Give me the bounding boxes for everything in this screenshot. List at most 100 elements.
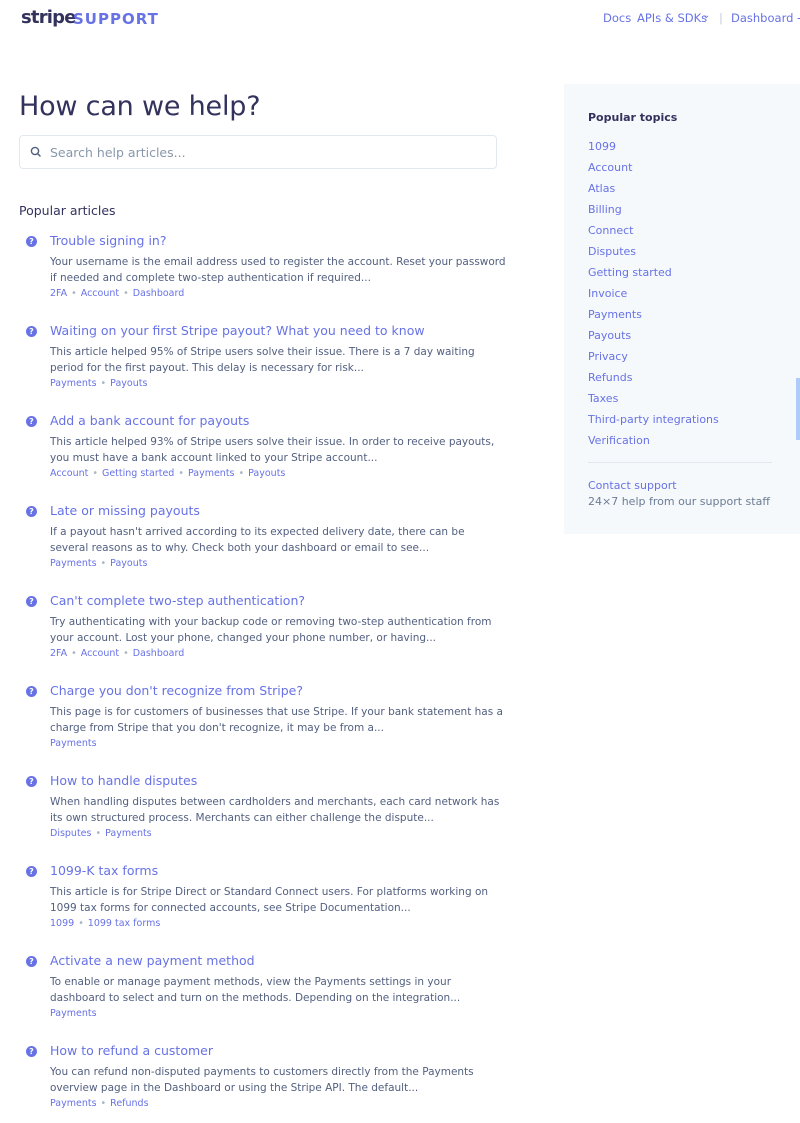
popular-topics-heading: Popular topics (588, 111, 678, 124)
article-description: This article helped 93% of Stripe users … (50, 436, 495, 464)
article-item[interactable]: ? How to refund a customer You can refund … (26, 1043, 506, 1123)
article-item[interactable]: ? Can't complete two-step authentication?… (26, 593, 506, 673)
topic-link[interactable]: Payments (588, 308, 642, 321)
stripe-logo[interactable]: stripe (21, 7, 76, 28)
sidebar-divider (588, 462, 772, 463)
article-tag-link[interactable]: Payouts (110, 558, 147, 569)
topic-link[interactable]: Invoice (588, 287, 627, 300)
article-title-link[interactable]: Can't complete two-step authentication? (50, 593, 305, 608)
topic-link[interactable]: Connect (588, 224, 633, 237)
topic-link[interactable]: Billing (588, 203, 622, 216)
article-tag-link[interactable]: Payments (188, 468, 235, 479)
chevron-down-icon[interactable]: ⌄ (702, 10, 710, 21)
article-tag-link[interactable]: Getting started (102, 468, 174, 479)
article-title-link[interactable]: 1099-K tax forms (50, 863, 158, 878)
topic-link[interactable]: Third-party integrations (588, 413, 719, 426)
article-tag-link[interactable]: 2FA (50, 648, 67, 659)
tag-separator: • (100, 378, 107, 389)
scrollbar-thumb[interactable] (796, 378, 800, 440)
article-description: This article helped 95% of Stripe users … (50, 346, 475, 374)
tag-separator: • (123, 288, 129, 299)
article-tag-link[interactable]: Payments (50, 558, 97, 569)
nav-dashboard-link[interactable]: Dashboard → (731, 11, 800, 25)
article-tag-link[interactable]: 1099 (50, 918, 74, 929)
article-title-link[interactable]: Activate a new payment method (50, 953, 255, 968)
article-tag-link[interactable]: Payments (50, 378, 97, 389)
article-item[interactable]: ? 1099-K tax forms This article is for Str… (26, 863, 506, 943)
article-tags: Payments (50, 738, 97, 749)
article-title-link[interactable]: How to refund a customer (50, 1043, 213, 1058)
article-tags: Account • Getting started • Payments • Payouts (50, 468, 285, 479)
topic-link[interactable]: Account (588, 161, 632, 174)
nav-docs-link[interactable]: Docs (603, 11, 631, 25)
article-item[interactable]: ? Waiting on your first Stripe payout? Wh… (26, 323, 506, 403)
article-tag-link[interactable]: 1099 tax forms (88, 918, 160, 929)
topic-link[interactable]: Disputes (588, 245, 636, 258)
topic-link[interactable]: Getting started (588, 266, 672, 279)
question-circle-icon: ? (26, 956, 37, 967)
article-title-link[interactable]: Charge you don't recognize from Stripe? (50, 683, 303, 698)
topic-link[interactable]: Verification (588, 434, 650, 447)
tag-separator: • (78, 918, 84, 929)
topic-link[interactable]: Payouts (588, 329, 631, 342)
question-circle-icon: ? (26, 326, 37, 337)
article-tag-link[interactable]: Payments (50, 1008, 97, 1019)
search-input[interactable] (50, 142, 480, 162)
nav-apis-link[interactable]: APIs & SDKs (637, 11, 707, 25)
tag-separator: • (95, 828, 102, 839)
contact-support-subtext: 24×7 help from our support staff (588, 495, 770, 508)
article-tag-link[interactable]: Dashboard (133, 288, 185, 299)
article-item[interactable]: ? Late or missing payouts If a payout hasn… (26, 503, 506, 583)
article-tag-link[interactable]: Account (81, 648, 119, 659)
topic-link[interactable]: Atlas (588, 182, 615, 195)
search-box[interactable] (19, 135, 497, 169)
search-icon (30, 146, 41, 157)
article-item[interactable]: ? Charge you don't recognize from Stripe?… (26, 683, 506, 763)
question-circle-icon: ? (26, 776, 37, 787)
article-item[interactable]: ? Activate a new payment method To enable … (26, 953, 506, 1033)
article-tag-link[interactable]: Payments (105, 828, 152, 839)
tag-separator: • (71, 648, 77, 659)
article-title-link[interactable]: Waiting on your first Stripe payout? Wha… (50, 323, 425, 338)
article-tag-link[interactable]: Account (50, 468, 88, 479)
article-title-link[interactable]: Trouble signing in? (50, 233, 166, 248)
article-title-link[interactable]: Add a bank account for payouts (50, 413, 249, 428)
question-circle-icon: ? (26, 596, 37, 607)
article-description: If a payout hasn't arrived according to … (50, 526, 465, 554)
support-label[interactable]: SUPPORT (73, 10, 159, 28)
article-item[interactable]: ? How to handle disputes When handling dis… (26, 773, 506, 853)
article-tag-link[interactable]: Payments (50, 1098, 97, 1109)
article-tag-link[interactable]: Dashboard (133, 648, 185, 659)
article-item[interactable]: ? Add a bank account for payouts This arti… (26, 413, 506, 493)
nav-separator: | (719, 11, 723, 25)
article-tags: 1099 • 1099 tax forms (50, 918, 160, 929)
tag-separator: • (92, 468, 98, 479)
article-description: You can refund non-disputed payments to … (50, 1066, 474, 1094)
article-title-link[interactable]: How to handle disputes (50, 773, 197, 788)
topic-link[interactable]: Taxes (588, 392, 618, 405)
article-tags: Payments • Refunds (50, 1098, 149, 1109)
topic-link[interactable]: Privacy (588, 350, 628, 363)
article-description: Try authenticating with your backup code… (50, 616, 492, 644)
article-item[interactable]: ? Trouble signing in? Your username is the… (26, 233, 506, 313)
article-title-link[interactable]: Late or missing payouts (50, 503, 200, 518)
topic-link[interactable]: Refunds (588, 371, 632, 384)
tag-separator: • (178, 468, 184, 479)
question-circle-icon: ? (26, 866, 37, 877)
contact-support-link[interactable]: Contact support (588, 479, 677, 492)
article-tag-link[interactable]: Payouts (248, 468, 285, 479)
topic-link[interactable]: 1099 (588, 140, 616, 153)
popular-articles-heading: Popular articles (19, 203, 116, 218)
tag-separator: • (123, 648, 129, 659)
article-tag-link[interactable]: Payments (50, 738, 97, 749)
article-tag-link[interactable]: Payouts (110, 378, 147, 389)
article-tag-link[interactable]: 2FA (50, 288, 67, 299)
article-description: This article is for Stripe Direct or Sta… (50, 886, 489, 914)
article-tag-link[interactable]: Refunds (110, 1098, 148, 1109)
article-tags: Payments • Payouts (50, 558, 147, 569)
article-tags: Payments (50, 1008, 97, 1019)
article-tag-link[interactable]: Account (81, 288, 119, 299)
question-circle-icon: ? (26, 236, 37, 247)
article-tag-link[interactable]: Disputes (50, 828, 91, 839)
question-circle-icon: ? (26, 416, 37, 427)
